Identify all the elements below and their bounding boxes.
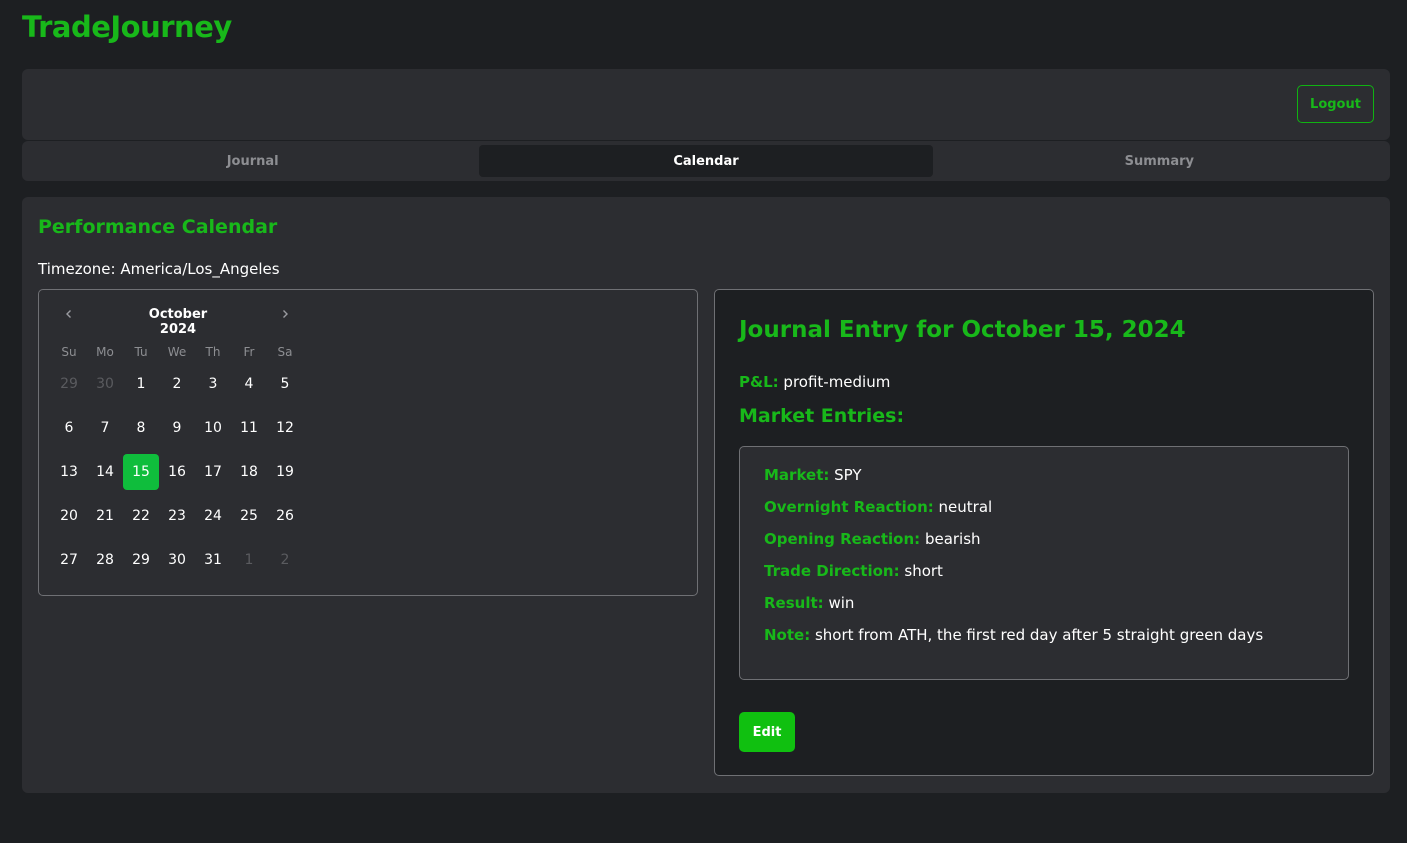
weekday-header: We xyxy=(167,345,187,359)
calendar-day[interactable]: 3 xyxy=(195,366,231,402)
journal-entry-panel: Journal Entry for October 15, 2024 P&L: … xyxy=(714,289,1374,776)
calendar-day[interactable]: 9 xyxy=(159,410,195,446)
calendar-day[interactable]: 2 xyxy=(267,542,303,578)
tab-summary[interactable]: Summary xyxy=(933,145,1386,177)
opening-reaction-row: Opening Reaction: bearish xyxy=(764,530,981,548)
calendar-day[interactable]: 13 xyxy=(51,454,87,490)
weekday-header: Tu xyxy=(134,345,148,359)
calendar-day[interactable]: 23 xyxy=(159,498,195,534)
pnl-row: P&L: profit-medium xyxy=(739,373,890,391)
calendar-day[interactable]: 11 xyxy=(231,410,267,446)
market-entries-title: Market Entries: xyxy=(739,405,905,427)
calendar-day[interactable]: 5 xyxy=(267,366,303,402)
trade-direction-label: Trade Direction: xyxy=(764,562,900,580)
market-value: SPY xyxy=(834,466,862,484)
calendar-day[interactable]: 29 xyxy=(51,366,87,402)
app-title: TradeJourney xyxy=(22,10,232,44)
overnight-reaction-row: Overnight Reaction: neutral xyxy=(764,498,992,516)
calendar-day[interactable]: 21 xyxy=(87,498,123,534)
calendar-day[interactable]: 8 xyxy=(123,410,159,446)
weekday-header: Fr xyxy=(243,345,255,359)
note-value: short from ATH, the first red day after … xyxy=(814,626,1264,644)
tab-journal[interactable]: Journal xyxy=(26,145,479,177)
calendar-day[interactable]: 14 xyxy=(87,454,123,490)
weekday-header: Th xyxy=(205,345,221,359)
pnl-label: P&L: xyxy=(739,373,779,391)
calendar-day[interactable]: 30 xyxy=(87,366,123,402)
chevron-right-icon[interactable] xyxy=(275,304,295,324)
calendar-day[interactable]: 1 xyxy=(231,542,267,578)
logout-button[interactable]: Logout xyxy=(1297,85,1374,123)
calendar-day[interactable]: 10 xyxy=(195,410,231,446)
calendar-day[interactable]: 25 xyxy=(231,498,267,534)
calendar-day[interactable]: 29 xyxy=(123,542,159,578)
calendar-day[interactable]: 16 xyxy=(159,454,195,490)
calendar-day[interactable]: 1 xyxy=(123,366,159,402)
calendar-month-label: October 2024 xyxy=(148,307,208,337)
market-label: Market: xyxy=(764,466,830,484)
calendar-day[interactable]: 31 xyxy=(195,542,231,578)
timezone-label: Timezone: America/Los_Angeles xyxy=(38,260,280,278)
calendar-day[interactable]: 24 xyxy=(195,498,231,534)
pnl-value: profit-medium xyxy=(783,373,891,391)
weekday-header: Mo xyxy=(96,345,114,359)
calendar-day[interactable]: 20 xyxy=(51,498,87,534)
calendar-day-selected[interactable]: 15 xyxy=(123,454,159,490)
calendar-day[interactable]: 19 xyxy=(267,454,303,490)
weekday-header: Su xyxy=(61,345,77,359)
chevron-left-icon[interactable] xyxy=(59,304,79,324)
calendar-day[interactable]: 28 xyxy=(87,542,123,578)
calendar-day[interactable]: 22 xyxy=(123,498,159,534)
calendar-day[interactable]: 4 xyxy=(231,366,267,402)
calendar-day[interactable]: 12 xyxy=(267,410,303,446)
calendar-day[interactable]: 7 xyxy=(87,410,123,446)
tab-calendar[interactable]: Calendar xyxy=(479,145,933,177)
header-bar: Logout xyxy=(22,69,1390,140)
calendar: October 2024 Su Mo Tu We Th Fr Sa 29 30 1 2 3 4 5 6 7 8 9… xyxy=(38,289,698,596)
calendar-day[interactable]: 26 xyxy=(267,498,303,534)
opening-reaction-value: bearish xyxy=(924,530,981,548)
overnight-reaction-value: neutral xyxy=(938,498,993,516)
trade-direction-row: Trade Direction: short xyxy=(764,562,943,580)
result-value: win xyxy=(828,594,855,612)
market-row: Market: SPY xyxy=(764,466,862,484)
calendar-day[interactable]: 6 xyxy=(51,410,87,446)
market-entry-card: Market: SPY Overnight Reaction: neutral … xyxy=(739,446,1349,680)
weekday-header: Sa xyxy=(277,345,293,359)
edit-button[interactable]: Edit xyxy=(739,712,795,752)
calendar-day[interactable]: 30 xyxy=(159,542,195,578)
opening-reaction-label: Opening Reaction: xyxy=(764,530,921,548)
main-panel: Performance Calendar Timezone: America/L… xyxy=(22,197,1390,793)
overnight-reaction-label: Overnight Reaction: xyxy=(764,498,934,516)
trade-direction-value: short xyxy=(904,562,943,580)
calendar-day[interactable]: 18 xyxy=(231,454,267,490)
result-row: Result: win xyxy=(764,594,854,612)
calendar-grid: Su Mo Tu We Th Fr Sa 29 30 1 2 3 4 5 6 7 8 9 10 11 12 13 14 15 1… xyxy=(51,338,303,586)
calendar-day[interactable]: 17 xyxy=(195,454,231,490)
calendar-day[interactable]: 27 xyxy=(51,542,87,578)
section-title: Performance Calendar xyxy=(38,216,278,238)
journal-entry-title: Journal Entry for October 15, 2024 xyxy=(739,317,1186,343)
note-row: Note: short from ATH, the first red day … xyxy=(764,626,1263,644)
note-label: Note: xyxy=(764,626,811,644)
result-label: Result: xyxy=(764,594,824,612)
calendar-day[interactable]: 2 xyxy=(159,366,195,402)
tab-bar: Journal Calendar Summary xyxy=(22,141,1390,181)
